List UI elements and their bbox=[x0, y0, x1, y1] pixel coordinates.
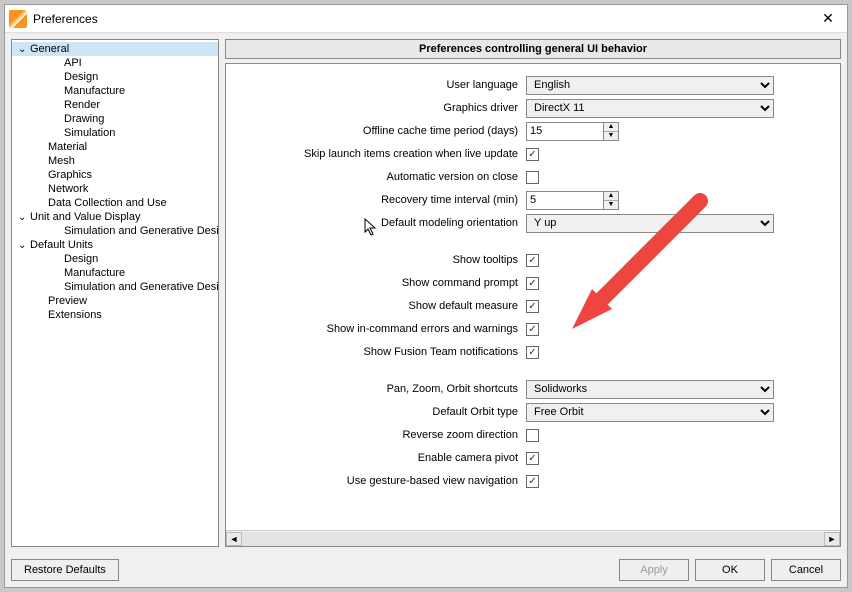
label-show-cmd-prompt: Show command prompt bbox=[236, 277, 526, 289]
tree-item[interactable]: Material bbox=[12, 140, 218, 154]
label-recovery-interval: Recovery time interval (min) bbox=[236, 194, 526, 206]
label-pzo-shortcuts: Pan, Zoom, Orbit shortcuts bbox=[236, 383, 526, 395]
tree-item[interactable]: API bbox=[12, 56, 218, 70]
label-graphics-driver: Graphics driver bbox=[236, 102, 526, 114]
window-title: Preferences bbox=[33, 12, 813, 26]
label-auto-version: Automatic version on close bbox=[236, 171, 526, 183]
close-icon[interactable]: ✕ bbox=[813, 8, 843, 30]
tree-item[interactable]: Preview bbox=[12, 294, 218, 308]
tree-item[interactable]: Simulation and Generative Design bbox=[12, 224, 218, 238]
auto-version-checkbox[interactable] bbox=[526, 171, 539, 184]
label-offline-cache: Offline cache time period (days) bbox=[236, 125, 526, 137]
tree-item[interactable]: Design bbox=[12, 70, 218, 84]
tree-item[interactable]: Manufacture bbox=[12, 84, 218, 98]
tree-item[interactable]: Unit and Value Display bbox=[12, 210, 218, 224]
tree-item[interactable]: Render bbox=[12, 98, 218, 112]
label-default-orbit: Default Orbit type bbox=[236, 406, 526, 418]
scroll-left-icon[interactable]: ◄ bbox=[226, 532, 242, 546]
enable-pivot-checkbox[interactable]: ✓ bbox=[526, 452, 539, 465]
label-skip-launch: Skip launch items creation when live upd… bbox=[236, 148, 526, 160]
label-show-default-measure: Show default measure bbox=[236, 300, 526, 312]
cancel-button[interactable]: Cancel bbox=[771, 559, 841, 581]
tree-item[interactable]: Mesh bbox=[12, 154, 218, 168]
show-incmd-err-checkbox[interactable]: ✓ bbox=[526, 323, 539, 336]
settings-panel: User language English Graphics driver Di… bbox=[225, 63, 841, 547]
label-default-orientation: Default modeling orientation bbox=[236, 217, 526, 229]
gesture-nav-checkbox[interactable]: ✓ bbox=[526, 475, 539, 488]
app-icon bbox=[9, 10, 27, 28]
offline-cache-input[interactable] bbox=[526, 122, 604, 141]
titlebar: Preferences ✕ bbox=[5, 5, 847, 33]
reverse-zoom-checkbox[interactable] bbox=[526, 429, 539, 442]
banner: Preferences controlling general UI behav… bbox=[225, 39, 841, 59]
tree-item[interactable]: Data Collection and Use bbox=[12, 196, 218, 210]
pzo-shortcuts-select[interactable]: Solidworks bbox=[526, 380, 774, 399]
label-reverse-zoom: Reverse zoom direction bbox=[236, 429, 526, 441]
restore-defaults-button[interactable]: Restore Defaults bbox=[11, 559, 119, 581]
tree-item[interactable]: Simulation bbox=[12, 126, 218, 140]
show-tooltips-checkbox[interactable]: ✓ bbox=[526, 254, 539, 267]
label-enable-pivot: Enable camera pivot bbox=[236, 452, 526, 464]
label-show-fusion-team: Show Fusion Team notifications bbox=[236, 346, 526, 358]
tree-item[interactable]: Graphics bbox=[12, 168, 218, 182]
tree-item[interactable]: Simulation and Generative Design bbox=[12, 280, 218, 294]
tree-item[interactable]: Drawing bbox=[12, 112, 218, 126]
graphics-driver-select[interactable]: DirectX 11 bbox=[526, 99, 774, 118]
label-gesture-nav: Use gesture-based view navigation bbox=[236, 475, 526, 487]
tree-item[interactable]: Network bbox=[12, 182, 218, 196]
footer: Restore Defaults Apply OK Cancel bbox=[5, 553, 847, 587]
recovery-interval-input[interactable] bbox=[526, 191, 604, 210]
scroll-right-icon[interactable]: ► bbox=[824, 532, 840, 546]
tree-item[interactable]: General bbox=[12, 42, 218, 56]
user-language-select[interactable]: English bbox=[526, 76, 774, 95]
default-orientation-select[interactable]: Y up bbox=[526, 214, 774, 233]
horizontal-scrollbar[interactable]: ◄ ► bbox=[226, 530, 840, 546]
show-cmd-prompt-checkbox[interactable]: ✓ bbox=[526, 277, 539, 290]
preferences-window: Preferences ✕ GeneralAPIDesignManufactur… bbox=[4, 4, 848, 588]
label-show-incmd-err: Show in-command errors and warnings bbox=[236, 323, 526, 335]
recovery-interval-spinner[interactable]: ▲▼ bbox=[604, 191, 619, 210]
offline-cache-spinner[interactable]: ▲▼ bbox=[604, 122, 619, 141]
ok-button[interactable]: OK bbox=[695, 559, 765, 581]
label-show-tooltips: Show tooltips bbox=[236, 254, 526, 266]
apply-button[interactable]: Apply bbox=[619, 559, 689, 581]
category-tree[interactable]: GeneralAPIDesignManufactureRenderDrawing… bbox=[11, 39, 219, 547]
tree-item[interactable]: Default Units bbox=[12, 238, 218, 252]
tree-item[interactable]: Extensions bbox=[12, 308, 218, 322]
tree-item[interactable]: Design bbox=[12, 252, 218, 266]
tree-item[interactable]: Manufacture bbox=[12, 266, 218, 280]
show-fusion-team-checkbox[interactable]: ✓ bbox=[526, 346, 539, 359]
skip-launch-checkbox[interactable]: ✓ bbox=[526, 148, 539, 161]
label-user-language: User language bbox=[236, 79, 526, 91]
default-orbit-select[interactable]: Free Orbit bbox=[526, 403, 774, 422]
show-default-measure-checkbox[interactable]: ✓ bbox=[526, 300, 539, 313]
